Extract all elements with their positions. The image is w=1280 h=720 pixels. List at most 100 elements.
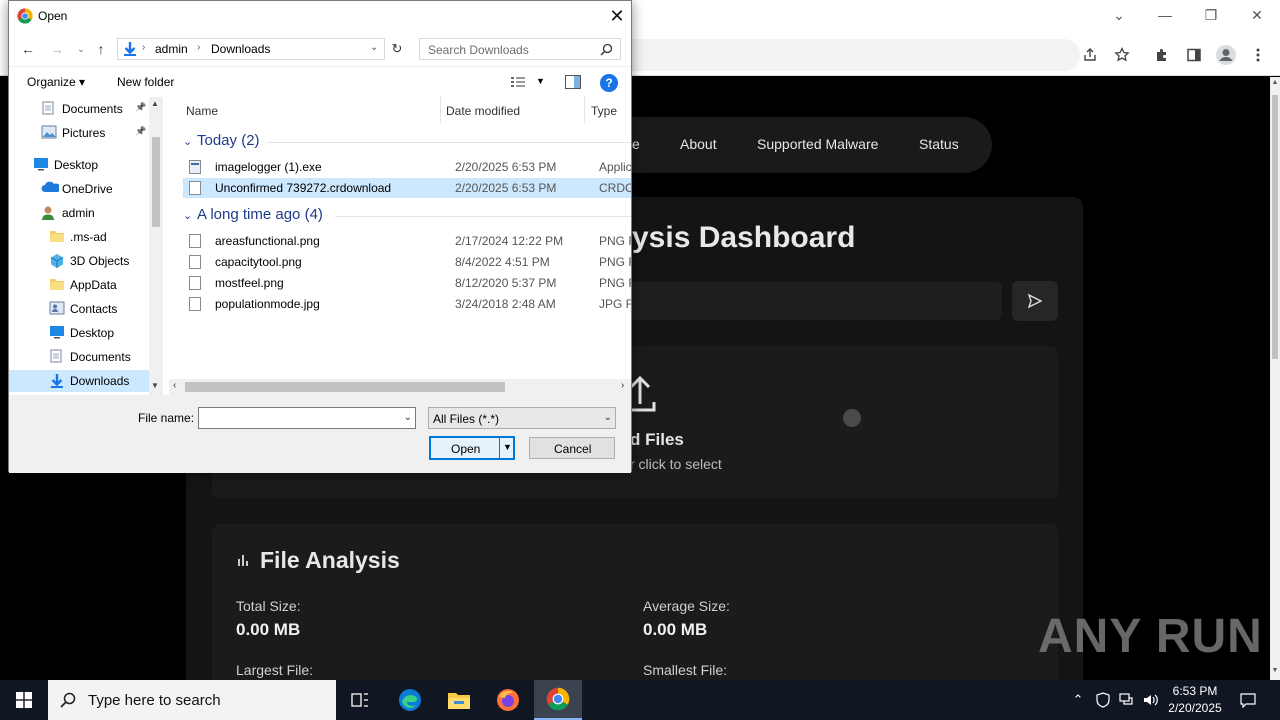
search-icon <box>600 43 613 56</box>
nav-about[interactable]: About <box>680 136 717 152</box>
nav-pane-item-desktop[interactable]: Desktop <box>9 322 149 344</box>
new-folder-button[interactable]: New folder <box>117 75 174 89</box>
file-explorer-icon[interactable] <box>435 680 483 720</box>
nav-pane-item-desktop[interactable]: Desktop <box>9 154 149 176</box>
extension-icon[interactable] <box>1151 44 1173 66</box>
file-icon <box>189 255 201 269</box>
minimize-button[interactable]: — <box>1142 0 1188 30</box>
user-icon <box>41 205 57 220</box>
file-row[interactable]: capacitytool.png 8/4/2022 4:51 PM PNG File <box>183 252 631 272</box>
chrome-taskbar-icon[interactable] <box>534 680 582 720</box>
nav-item-partial[interactable]: e <box>632 136 640 152</box>
nav-pane-item-documents[interactable]: Documents 📌 <box>9 98 149 120</box>
back-arrow-icon[interactable]: ← <box>19 40 37 58</box>
breadcrumb-admin[interactable]: admin <box>155 42 188 56</box>
nav-status[interactable]: Status <box>919 136 959 152</box>
tab-search-icon[interactable]: ⌄ <box>1096 0 1142 30</box>
file-analysis-title: File Analysis <box>260 547 400 573</box>
desktop-icon <box>49 325 65 339</box>
file-type: Applicat <box>599 160 631 174</box>
task-view-icon[interactable] <box>336 680 384 720</box>
nav-pane-item-pictures[interactable]: Pictures 📌 <box>9 122 149 144</box>
show-hidden-icons-icon[interactable]: ⌃ <box>1068 680 1088 720</box>
forward-arrow-icon[interactable]: → <box>48 40 66 58</box>
sidepanel-icon[interactable] <box>1183 44 1205 66</box>
file-name-input[interactable]: ⌄ <box>198 407 416 429</box>
nav-pane-item-admin[interactable]: admin <box>9 202 149 224</box>
view-dropdown-icon[interactable]: ▼ <box>536 76 545 86</box>
network-icon[interactable] <box>1116 680 1138 720</box>
file-type-value: All Files (*.*) <box>433 412 500 426</box>
organize-button[interactable]: Organize ▾ <box>27 75 85 89</box>
column-header-date[interactable]: Date modified <box>446 104 520 118</box>
scroll-down-icon[interactable]: ▼ <box>1270 667 1280 679</box>
dialog-close-icon[interactable]: ✕ <box>607 5 627 27</box>
refresh-icon[interactable]: ↻ <box>388 40 406 58</box>
largest-file-label: Largest File: <box>236 662 314 678</box>
star-icon[interactable] <box>1111 44 1133 66</box>
address-bar[interactable] <box>560 39 1080 71</box>
column-divider[interactable] <box>584 97 585 123</box>
navpane-scrollbar-thumb[interactable] <box>152 137 160 227</box>
open-button[interactable]: Open ▼ <box>429 436 515 460</box>
taskbar-clock[interactable]: 6:53 PM 2/20/2025 <box>1160 683 1230 717</box>
file-name-dropdown-icon[interactable]: ⌄ <box>404 412 412 423</box>
close-button[interactable]: ✕ <box>1234 0 1280 30</box>
nav-pane-item-downloads[interactable]: Downloads <box>9 370 149 392</box>
file-row[interactable]: populationmode.jpg 3/24/2018 2:48 AM JPG F… <box>183 294 631 314</box>
file-row[interactable]: imagelogger (1).exe 2/20/2025 6:53 PM Appl… <box>183 157 631 177</box>
help-icon[interactable]: ? <box>600 74 618 92</box>
group-collapse-icon[interactable]: ⌄ <box>183 135 192 148</box>
navpane-scrollbar[interactable]: ▲ ▼ <box>149 97 163 395</box>
volume-icon[interactable] <box>1140 680 1162 720</box>
file-row[interactable]: areasfunctional.png 2/17/2024 12:22 PM PNG… <box>183 231 631 251</box>
up-arrow-icon[interactable]: ↑ <box>92 40 110 58</box>
scrollbar-thumb[interactable] <box>1272 95 1278 359</box>
nav-pane-item-documents[interactable]: Documents <box>9 346 149 368</box>
file-type: CRDOW <box>599 181 631 195</box>
address-dropdown-icon[interactable]: ⌄ <box>370 42 378 53</box>
cancel-button-label: Cancel <box>554 442 592 456</box>
restore-button[interactable]: ❐ <box>1188 0 1234 30</box>
open-dropdown-icon[interactable]: ▼ <box>503 442 512 452</box>
nav-pane-item-appdata[interactable]: AppData <box>9 274 149 296</box>
view-options-icon[interactable] <box>511 76 527 88</box>
file-group-header[interactable]: A long time ago (4) <box>197 206 323 223</box>
file-row[interactable]: Unconfirmed 739272.crdownload 2/20/2025 6… <box>183 178 631 198</box>
column-divider[interactable] <box>440 97 441 123</box>
preview-pane-icon[interactable] <box>565 75 581 89</box>
security-icon[interactable] <box>1093 680 1113 720</box>
file-type-select[interactable]: All Files (*.*) ⌄ <box>428 407 616 429</box>
breadcrumb-downloads[interactable]: Downloads <box>211 42 270 56</box>
nav-pane-item-3d-objects[interactable]: 3D Objects <box>9 250 149 272</box>
hscrollbar-thumb[interactable] <box>185 382 505 392</box>
cancel-button[interactable]: Cancel <box>529 437 615 459</box>
taskbar-search-input[interactable]: Type here to search <box>48 680 336 720</box>
recent-locations-icon[interactable]: ⌄ <box>72 40 90 58</box>
file-list-hscrollbar[interactable]: ‹ › <box>169 379 631 395</box>
nav-pane-item-ms-ad[interactable]: .ms-ad <box>9 226 149 248</box>
menu-icon[interactable] <box>1247 44 1269 66</box>
column-header-type[interactable]: Type <box>591 104 617 118</box>
firefox-icon[interactable] <box>484 680 532 720</box>
send-button[interactable] <box>1012 281 1058 321</box>
nav-pane-item-onedrive[interactable]: OneDrive <box>9 178 149 200</box>
group-collapse-icon[interactable]: ⌄ <box>183 209 192 222</box>
start-button[interactable] <box>0 680 48 720</box>
scroll-up-icon[interactable]: ▲ <box>1270 79 1280 91</box>
nav-pane-item-contacts[interactable]: Contacts <box>9 298 149 320</box>
nav-supported-malware[interactable]: Supported Malware <box>757 136 878 152</box>
search-input[interactable]: Search Downloads <box>419 38 621 60</box>
share-icon[interactable] <box>1079 44 1101 66</box>
anyrun-watermark: ANY RUN <box>1038 610 1263 663</box>
notifications-icon[interactable] <box>1236 680 1260 720</box>
file-row[interactable]: mostfeel.png 8/12/2020 5:37 PM PNG File <box>183 273 631 293</box>
file-group-header[interactable]: Today (2) <box>197 132 260 149</box>
pin-icon: 📌 <box>135 102 147 112</box>
page-scrollbar[interactable]: ▲ ▼ <box>1270 77 1280 680</box>
edge-icon[interactable] <box>386 680 434 720</box>
column-header-name[interactable]: Name <box>186 104 218 118</box>
file-icon <box>189 276 201 290</box>
address-breadcrumb[interactable]: › admin › Downloads ⌄ <box>117 38 385 60</box>
profile-icon[interactable] <box>1215 44 1237 66</box>
